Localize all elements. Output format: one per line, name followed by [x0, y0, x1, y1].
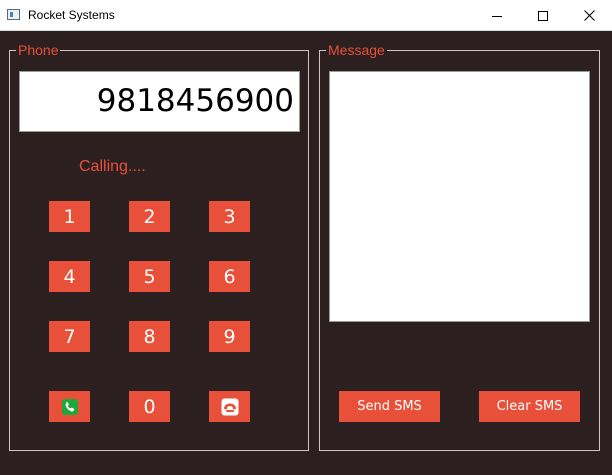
phone-legend: Phone: [18, 42, 59, 58]
key-3[interactable]: 3: [209, 201, 250, 232]
message-textarea[interactable]: [329, 71, 590, 322]
maximize-icon: [538, 10, 548, 21]
key-1[interactable]: 1: [49, 201, 90, 232]
message-legend: Message: [328, 42, 385, 58]
minimize-button[interactable]: [474, 0, 520, 31]
maximize-button[interactable]: [520, 0, 566, 31]
hangup-button[interactable]: [209, 391, 250, 422]
minimize-icon: [492, 15, 502, 17]
call-button[interactable]: [49, 391, 90, 422]
phone-hangup-icon: [221, 398, 238, 415]
key-8[interactable]: 8: [129, 321, 170, 352]
clear-sms-button[interactable]: Clear SMS: [479, 391, 580, 422]
window-title: Rocket Systems: [28, 8, 115, 22]
key-0[interactable]: 0: [129, 391, 170, 422]
key-2[interactable]: 2: [129, 201, 170, 232]
key-6[interactable]: 6: [209, 261, 250, 292]
close-button[interactable]: [566, 0, 612, 31]
key-4[interactable]: 4: [49, 261, 90, 292]
call-status: Calling....: [79, 158, 146, 175]
phone-call-icon: [61, 398, 78, 415]
close-icon: [583, 10, 595, 21]
app-icon: [7, 9, 20, 20]
key-9[interactable]: 9: [209, 321, 250, 352]
key-7[interactable]: 7: [49, 321, 90, 352]
send-sms-button[interactable]: Send SMS: [339, 391, 440, 422]
number-display[interactable]: 9818456900: [19, 71, 300, 132]
key-5[interactable]: 5: [129, 261, 170, 292]
title-bar: Rocket Systems: [0, 0, 612, 31]
